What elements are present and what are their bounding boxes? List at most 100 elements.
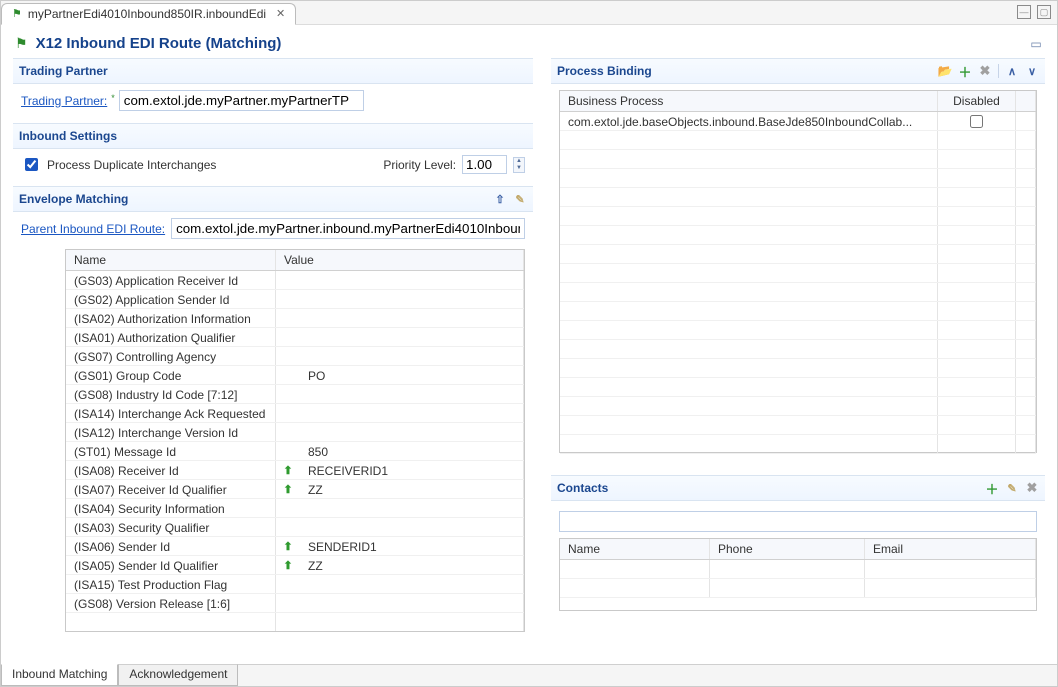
pb-col-disabled[interactable]: Disabled [938,91,1016,111]
delete-icon[interactable]: ✖ [978,64,992,78]
table-row[interactable]: (ISA12) Interchange Version Id [66,423,524,442]
table-row[interactable]: (GS08) Industry Id Code [7:12] [66,385,524,404]
table-row [66,613,524,631]
duplicate-checkbox-label[interactable]: Process Duplicate Interchanges [21,155,216,174]
spinner-down-icon[interactable]: ▼ [514,165,524,172]
arrow-up-icon [276,404,300,422]
add-icon[interactable]: ＋ [958,64,972,78]
priority-input[interactable] [462,155,507,174]
edit-icon[interactable]: ✎ [1005,481,1019,495]
envelope-row-value [300,385,524,403]
priority-label: Priority Level: [383,158,456,172]
envelope-table-head: Name Value [66,250,524,271]
trading-partner-link[interactable]: Trading Partner: [21,94,107,108]
table-row[interactable]: (ISA15) Test Production Flag [66,575,524,594]
arrow-up-icon [276,594,300,612]
separator [998,64,999,78]
envelope-row-value: PO [300,366,524,384]
table-row[interactable]: (GS08) Version Release [1:6] [66,594,524,613]
table-row[interactable]: (ISA03) Security Qualifier [66,518,524,537]
table-row[interactable]: (ISA06) Sender Id⬆SENDERID1 [66,537,524,556]
envelope-col-value[interactable]: Value [276,250,524,270]
table-row[interactable]: (ISA07) Receiver Id Qualifier⬆ZZ [66,480,524,499]
arrow-up-icon [276,385,300,403]
page-heading: ⚑ X12 Inbound EDI Route (Matching) ▭ [1,25,1057,58]
editor-tab[interactable]: ⚑ myPartnerEdi4010Inbound850IR.inboundEd… [1,3,296,25]
parent-route-link[interactable]: Parent Inbound EDI Route: [21,222,165,236]
minimize-icon[interactable]: — [1017,5,1031,19]
priority-spinner[interactable]: ▲ ▼ [513,157,525,173]
table-row [560,169,1036,188]
table-row[interactable]: (GS02) Application Sender Id [66,290,524,309]
table-row[interactable]: (ISA02) Authorization Information [66,309,524,328]
table-row[interactable]: (ISA14) Interchange Ack Requested [66,404,524,423]
pb-col-business-process[interactable]: Business Process [560,91,938,111]
envelope-row-value: ZZ [300,480,524,498]
envelope-row-name: (ISA14) Interchange Ack Requested [66,404,276,422]
arrow-up-icon [276,271,300,289]
tab-acknowledgement[interactable]: Acknowledgement [118,664,238,686]
table-row[interactable]: (GS01) Group CodePO [66,366,524,385]
table-row [560,131,1036,150]
table-row [560,207,1036,226]
envelope-row-value [300,575,524,593]
arrow-up-icon [276,442,300,460]
parent-route-input[interactable] [171,218,525,239]
delete-icon[interactable]: ✖ [1025,481,1039,495]
arrow-up-icon: ⬆ [276,461,300,479]
tab-inbound-matching[interactable]: Inbound Matching [1,664,118,686]
table-row[interactable]: (ISA04) Security Information [66,499,524,518]
move-up-icon[interactable]: ∧ [1005,64,1019,78]
table-row[interactable]: (ST01) Message Id850 [66,442,524,461]
contacts-col-phone[interactable]: Phone [710,539,865,559]
envelope-row-value [300,423,524,441]
table-row [560,359,1036,378]
table-row [560,378,1036,397]
editor-tab-row: ⚑ myPartnerEdi4010Inbound850IR.inboundEd… [1,1,1057,25]
duplicate-checkbox[interactable] [25,158,38,171]
envelope-row-name: (ISA15) Test Production Flag [66,575,276,593]
table-row[interactable]: (ISA08) Receiver Id⬆RECEIVERID1 [66,461,524,480]
edit-icon[interactable]: ✎ [513,192,527,206]
contacts-search-input[interactable] [559,511,1037,532]
close-icon[interactable]: ✕ [276,7,285,20]
pb-row-disabled[interactable] [938,112,1016,130]
arrow-up-icon: ⬆ [276,556,300,574]
envelope-row-value: ZZ [300,556,524,574]
envelope-row-value [300,309,524,327]
flag-icon: ⚑ [12,7,22,20]
table-row[interactable] [560,579,1036,598]
envelope-row-name: (GS07) Controlling Agency [66,347,276,365]
pb-row-name: com.extol.jde.baseObjects.inbound.BaseJd… [560,112,938,130]
envelope-row-value [300,404,524,422]
folder-open-icon[interactable]: 📂 [938,64,952,78]
arrow-up-icon [276,347,300,365]
table-row[interactable]: (ISA01) Authorization Qualifier [66,328,524,347]
arrow-up-icon[interactable]: ⇧ [493,192,507,206]
arrow-up-icon: ⬆ [276,480,300,498]
arrow-up-icon [276,423,300,441]
contacts-col-email[interactable]: Email [865,539,1036,559]
collapse-icon[interactable]: ▭ [1029,37,1043,51]
table-row [560,302,1036,321]
table-row[interactable]: com.extol.jde.baseObjects.inbound.BaseJd… [560,112,1036,131]
contacts-col-name[interactable]: Name [560,539,710,559]
contacts-header: Contacts ＋ ✎ ✖ [551,475,1045,501]
envelope-col-name[interactable]: Name [66,250,276,270]
bottom-tab-row: Inbound Matching Acknowledgement [1,664,1057,686]
trading-partner-input[interactable] [119,90,364,111]
contacts-table: Name Phone Email [559,538,1037,611]
add-icon[interactable]: ＋ [985,481,999,495]
table-row[interactable]: (ISA05) Sender Id Qualifier⬆ZZ [66,556,524,575]
disabled-checkbox[interactable] [970,115,983,128]
table-row[interactable]: (GS03) Application Receiver Id [66,271,524,290]
move-down-icon[interactable]: ∨ [1025,64,1039,78]
table-row[interactable] [560,560,1036,579]
maximize-icon[interactable]: ▢ [1037,5,1051,19]
arrow-up-icon: ⬆ [276,537,300,555]
table-row[interactable]: (GS07) Controlling Agency [66,347,524,366]
arrow-up-icon [276,366,300,384]
envelope-row-name: (ISA02) Authorization Information [66,309,276,327]
envelope-row-name: (GS08) Industry Id Code [7:12] [66,385,276,403]
spinner-up-icon[interactable]: ▲ [514,158,524,165]
